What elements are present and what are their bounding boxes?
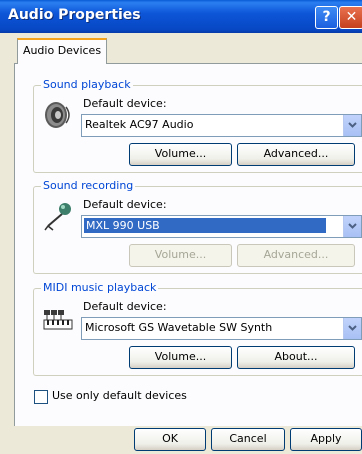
recording-volume-button[interactable]: Volume... bbox=[129, 244, 232, 267]
recording-dropdown-arrow[interactable] bbox=[343, 216, 361, 237]
sound-recording-group: Sound recording Default device: MXL 990 … bbox=[33, 179, 362, 274]
midi-device-value: Microsoft GS Wavetable SW Synth bbox=[85, 321, 273, 334]
use-default-devices-label: Use only default devices bbox=[52, 389, 187, 402]
recording-device-select[interactable]: MXL 990 USB bbox=[81, 215, 362, 238]
chevron-down-icon bbox=[348, 122, 357, 128]
midi-device-select[interactable]: Microsoft GS Wavetable SW Synth bbox=[81, 317, 362, 340]
midi-about-button[interactable]: About... bbox=[237, 346, 355, 369]
microphone-icon bbox=[44, 203, 71, 231]
cancel-button[interactable]: Cancel bbox=[211, 428, 285, 451]
use-default-devices-checkbox[interactable] bbox=[34, 390, 48, 404]
window-title: Audio Properties bbox=[8, 7, 141, 23]
title-bar[interactable]: Audio Properties ? ✕ bbox=[0, 0, 362, 33]
chevron-down-icon bbox=[348, 223, 357, 229]
sound-playback-legend: Sound playback bbox=[41, 78, 133, 91]
playback-device-select[interactable]: Realtek AC97 Audio bbox=[81, 114, 362, 137]
playback-volume-button[interactable]: Volume... bbox=[129, 143, 232, 166]
playback-default-device-label: Default device: bbox=[83, 97, 167, 110]
playback-advanced-button[interactable]: Advanced... bbox=[237, 143, 355, 166]
recording-device-value: MXL 990 USB bbox=[84, 218, 326, 233]
ok-button[interactable]: OK bbox=[134, 428, 206, 451]
midi-default-device-label: Default device: bbox=[83, 300, 167, 313]
audio-properties-window: Audio Properties ? ✕ Audio Devices Sound… bbox=[0, 0, 362, 454]
speaker-icon bbox=[45, 102, 70, 128]
playback-device-value: Realtek AC97 Audio bbox=[85, 118, 194, 131]
midi-volume-button[interactable]: Volume... bbox=[129, 346, 232, 369]
close-button[interactable]: ✕ bbox=[339, 6, 362, 29]
sound-playback-group: Sound playback Default device: Realtek A… bbox=[33, 78, 362, 173]
recording-advanced-button[interactable]: Advanced... bbox=[237, 244, 355, 267]
tab-audio-devices[interactable]: Audio Devices bbox=[17, 38, 107, 64]
sound-recording-legend: Sound recording bbox=[41, 179, 136, 192]
chevron-down-icon bbox=[348, 325, 357, 331]
help-button[interactable]: ? bbox=[315, 6, 338, 29]
apply-button[interactable]: Apply bbox=[290, 428, 362, 451]
playback-dropdown-arrow[interactable] bbox=[343, 115, 361, 136]
midi-dropdown-arrow[interactable] bbox=[343, 318, 361, 339]
midi-playback-legend: MIDI music playback bbox=[41, 281, 159, 294]
recording-default-device-label: Default device: bbox=[83, 198, 167, 211]
midi-playback-group: MIDI music playback Default device: Micr… bbox=[33, 281, 362, 376]
midi-keyboard-icon bbox=[43, 310, 73, 330]
